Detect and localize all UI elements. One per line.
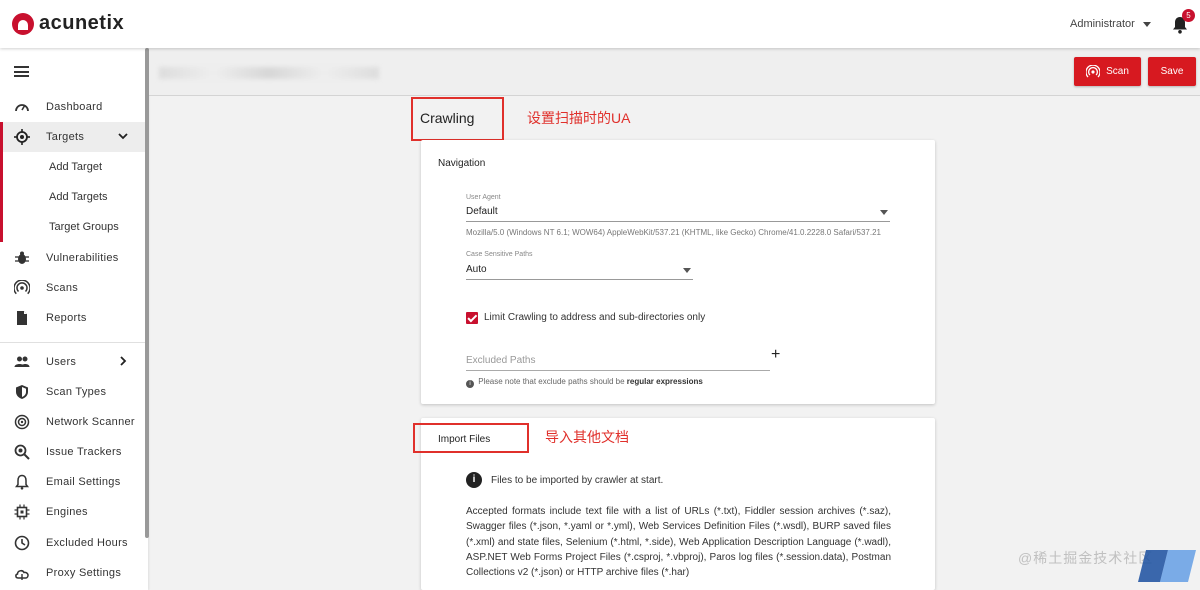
sidebar-item-label: Issue Trackers xyxy=(46,446,122,458)
sidebar-item-issue-trackers[interactable]: Issue Trackers xyxy=(0,437,145,467)
crawling-card: Navigation User Agent Default Mozilla/5.… xyxy=(421,140,935,404)
breadcrumb-redacted xyxy=(159,67,379,79)
watermark-logo xyxy=(1138,550,1196,582)
sidebar-item-proxy-settings[interactable]: Proxy Settings xyxy=(0,558,145,588)
sidebar-item-network-scanner[interactable]: Network Scanner xyxy=(0,407,145,437)
case-sensitive-value: Auto xyxy=(466,264,487,275)
limit-crawling-checkbox[interactable] xyxy=(466,312,478,324)
chevron-right-icon xyxy=(120,356,127,366)
sidebar-item-dashboard[interactable]: Dashboard xyxy=(0,92,145,122)
sidebar-item-label: Proxy Settings xyxy=(46,567,122,579)
annotation-box-crawling xyxy=(411,97,504,141)
sidebar: Dashboard Targets Add Target Add Targets… xyxy=(0,48,149,590)
sidebar-item-email-settings[interactable]: Email Settings xyxy=(0,467,145,497)
user-name: Administrator xyxy=(1070,18,1135,30)
sidebar-divider xyxy=(0,342,145,343)
user-agent-value: Default xyxy=(466,206,498,217)
target-icon xyxy=(14,129,30,145)
shield-icon xyxy=(16,385,28,399)
save-button-label: Save xyxy=(1160,66,1184,77)
sidebar-item-targets[interactable]: Targets xyxy=(0,122,145,152)
sidebar-item-label: Targets xyxy=(46,131,85,143)
report-icon xyxy=(17,311,27,325)
sidebar-item-reports[interactable]: Reports xyxy=(0,303,145,333)
sidebar-item-label: Scans xyxy=(46,282,79,294)
sidebar-item-label: Vulnerabilities xyxy=(46,252,119,264)
sidebar-item-label: Reports xyxy=(46,312,87,324)
sidebar-item-label: Network Scanner xyxy=(46,416,135,428)
annotation-import: 导入其他文档 xyxy=(545,429,629,445)
tracker-icon xyxy=(14,444,30,460)
sidebar-subitem-add-targets[interactable]: Add Targets xyxy=(0,182,145,212)
annotation-ua: 设置扫描时的UA xyxy=(527,110,631,126)
sidebar-item-vulnerabilities[interactable]: Vulnerabilities xyxy=(0,243,145,273)
case-sensitive-label: Case Sensitive Paths xyxy=(466,251,533,258)
import-formats-description: Accepted formats include text file with … xyxy=(466,506,891,579)
save-button[interactable]: Save xyxy=(1148,57,1196,86)
sidebar-item-label: Email Settings xyxy=(46,476,121,488)
users-icon xyxy=(14,356,30,367)
user-menu[interactable]: Administrator xyxy=(1070,18,1151,30)
sidebar-item-label: Users xyxy=(46,356,77,368)
watermark-text: @稀土掘金技术社区 xyxy=(1018,550,1154,566)
logo-icon xyxy=(12,12,34,35)
sidebar-item-label: Scan Types xyxy=(46,386,107,398)
user-agent-select[interactable]: Default xyxy=(466,206,890,222)
top-bar: acunetix Administrator 5 xyxy=(0,0,1200,48)
sidebar-item-scans[interactable]: Scans xyxy=(0,273,145,303)
case-sensitive-select[interactable]: Auto xyxy=(466,264,693,280)
sidebar-subitem-target-groups[interactable]: Target Groups xyxy=(0,212,145,242)
dashboard-icon xyxy=(15,104,29,112)
sidebar-item-excluded-hours[interactable]: Excluded Hours xyxy=(0,528,145,558)
note-text: Please note that exclude paths should be xyxy=(478,377,625,386)
regex-note: i Please note that exclude paths should … xyxy=(466,377,703,388)
import-info-text: Files to be imported by crawler at start… xyxy=(491,474,664,486)
hamburger-menu-icon[interactable] xyxy=(14,66,29,77)
dropdown-arrow-icon xyxy=(683,268,691,273)
excluded-paths-placeholder: Excluded Paths xyxy=(466,355,536,366)
sidebar-item-scan-types[interactable]: Scan Types xyxy=(0,377,145,407)
engine-icon xyxy=(14,504,30,520)
sidebar-item-users[interactable]: Users xyxy=(0,347,145,377)
sidebar-scrollbar[interactable] xyxy=(145,48,149,538)
sidebar-item-label: Engines xyxy=(46,506,88,518)
info-icon: i xyxy=(466,380,474,388)
info-icon: i xyxy=(466,472,482,488)
watermark: @稀土掘金技术社区 xyxy=(1018,548,1196,582)
limit-crawling-label: Limit Crawling to address and sub-direct… xyxy=(484,312,706,323)
user-agent-label: User Agent xyxy=(466,194,501,201)
sidebar-item-engines[interactable]: Engines xyxy=(0,497,145,527)
navigation-title: Navigation xyxy=(438,158,486,169)
excluded-paths-input[interactable]: Excluded Paths xyxy=(466,353,770,371)
content-header: Scan Save xyxy=(149,48,1200,96)
chevron-down-icon xyxy=(118,133,128,140)
bell-icon xyxy=(15,474,29,490)
caret-down-icon xyxy=(1142,21,1151,27)
scan-button-label: Scan xyxy=(1106,66,1129,77)
add-path-plus-icon[interactable]: + xyxy=(771,346,780,364)
cloud-icon xyxy=(15,569,29,580)
import-info: i Files to be imported by crawler at sta… xyxy=(466,472,663,488)
sidebar-subitem-add-target[interactable]: Add Target xyxy=(0,152,145,182)
acunetix-logo[interactable]: acunetix xyxy=(12,12,124,35)
scan-button[interactable]: Scan xyxy=(1074,57,1141,86)
notification-badge: 5 xyxy=(1182,9,1195,22)
network-icon xyxy=(14,414,30,430)
scan-icon xyxy=(14,280,30,295)
note-bold-text: regular expressions xyxy=(626,377,703,386)
scan-icon xyxy=(1086,64,1101,77)
sidebar-item-label: Excluded Hours xyxy=(46,537,128,549)
annotation-box-import xyxy=(413,423,529,453)
brand-name: acunetix xyxy=(39,12,125,34)
clock-icon xyxy=(14,535,30,551)
sidebar-item-label: Dashboard xyxy=(46,101,103,113)
bug-icon xyxy=(15,251,29,264)
user-agent-string: Mozilla/5.0 (Windows NT 6.1; WOW64) Appl… xyxy=(466,228,881,237)
dropdown-arrow-icon xyxy=(880,210,888,215)
